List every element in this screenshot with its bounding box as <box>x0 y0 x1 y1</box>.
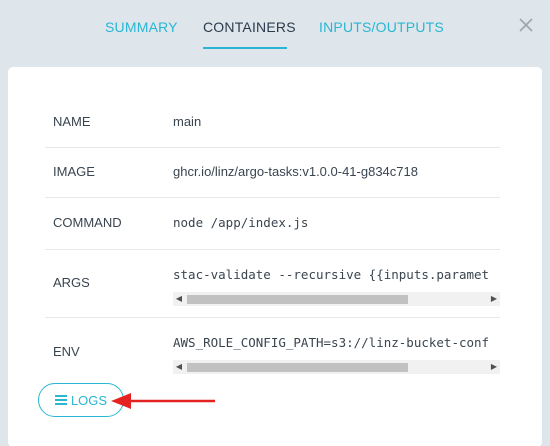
row-image: IMAGE ghcr.io/linz/argo-tasks:v1.0.0-41-… <box>45 148 500 198</box>
command-value: node /app/index.js <box>173 215 309 230</box>
hamburger-icon <box>54 395 67 405</box>
args-value: stac-validate --recursive {{inputs.param… <box>173 267 490 282</box>
close-icon <box>519 18 533 32</box>
row-command: COMMAND node /app/index.js <box>45 198 500 250</box>
args-scrollbar[interactable]: ◀ ▶ <box>173 292 500 306</box>
args-scroll-area[interactable]: stac-validate --recursive {{inputs.param… <box>173 264 500 306</box>
tab-inputs-outputs[interactable]: INPUTS/OUTPUTS <box>319 19 444 35</box>
tab-containers[interactable]: CONTAINERS <box>203 19 296 35</box>
env-value: AWS_ROLE_CONFIG_PATH=s3://linz-bucket-co… <box>173 335 490 350</box>
image-label: IMAGE <box>53 164 95 179</box>
close-button[interactable] <box>517 16 535 34</box>
row-env: ENV AWS_ROLE_CONFIG_PATH=s3://linz-bucke… <box>45 318 500 386</box>
args-label: ARGS <box>53 275 90 290</box>
tab-bar: SUMMARY CONTAINERS INPUTS/OUTPUTS <box>0 0 550 52</box>
row-args: ARGS stac-validate --recursive {{inputs.… <box>45 250 500 318</box>
env-scrollbar[interactable]: ◀ ▶ <box>173 360 500 374</box>
image-value: ghcr.io/linz/argo-tasks:v1.0.0-41-g834c7… <box>173 164 418 179</box>
env-label: ENV <box>53 344 80 359</box>
logs-button-label: LOGS <box>70 392 108 408</box>
name-value: main <box>173 114 202 129</box>
row-name: NAME main <box>45 92 500 148</box>
scroll-left-icon[interactable]: ◀ <box>173 292 185 306</box>
env-scrollbar-thumb[interactable] <box>187 363 408 372</box>
annotation-arrow-icon <box>111 393 215 409</box>
env-scroll-area[interactable]: AWS_ROLE_CONFIG_PATH=s3://linz-bucket-co… <box>173 332 500 374</box>
name-label: NAME <box>53 114 91 129</box>
active-tab-indicator <box>203 47 287 49</box>
command-label: COMMAND <box>53 215 122 230</box>
scroll-right-icon[interactable]: ▶ <box>488 292 500 306</box>
scroll-left-icon[interactable]: ◀ <box>173 360 185 374</box>
container-details-card: NAME main IMAGE ghcr.io/linz/argo-tasks:… <box>8 67 542 446</box>
scroll-right-icon[interactable]: ▶ <box>488 360 500 374</box>
tab-summary[interactable]: SUMMARY <box>105 19 178 35</box>
args-scrollbar-thumb[interactable] <box>187 295 408 304</box>
